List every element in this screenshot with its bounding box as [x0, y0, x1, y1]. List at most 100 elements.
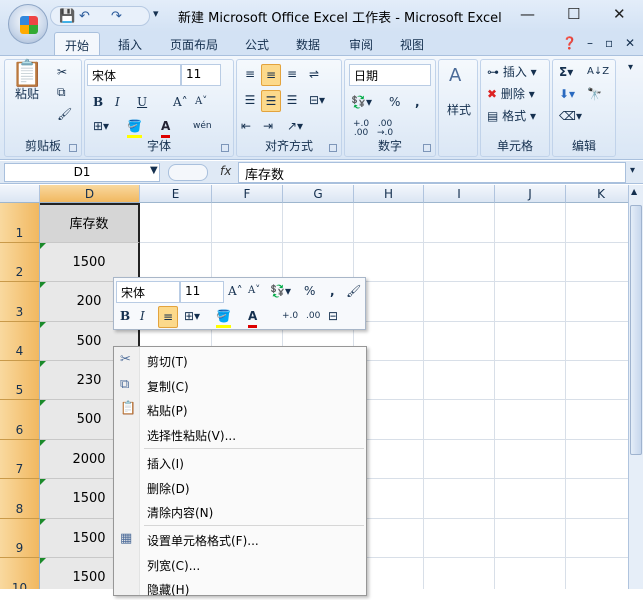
- mini-borders-icon[interactable]: ⊞▾: [184, 306, 200, 328]
- row-header[interactable]: 6: [0, 400, 40, 440]
- grow-font-button[interactable]: A˄: [173, 92, 188, 114]
- align-bottom-icon[interactable]: ≡: [283, 64, 301, 86]
- cell-K2[interactable]: [566, 243, 628, 282]
- cell-K4[interactable]: [566, 322, 628, 361]
- tab-home[interactable]: 开始: [54, 32, 100, 56]
- orientation-icon[interactable]: ↗▾: [287, 116, 303, 138]
- row-header[interactable]: 5: [0, 361, 40, 400]
- cell-K7[interactable]: [566, 440, 628, 479]
- undo-icon[interactable]: ↶: [79, 9, 90, 24]
- name-box-dropdown-icon[interactable]: ▼: [150, 165, 158, 176]
- mini-comma-button[interactable]: ,: [330, 281, 335, 303]
- scroll-up-icon[interactable]: ▲: [631, 187, 637, 196]
- column-header-G[interactable]: G: [283, 185, 354, 203]
- dialog-launcher-icon[interactable]: [221, 144, 229, 152]
- tab-formulas[interactable]: 公式: [245, 36, 269, 53]
- save-icon[interactable]: 💾: [59, 9, 75, 24]
- increase-indent-icon[interactable]: ⇥: [263, 116, 273, 138]
- cell-I10[interactable]: [424, 558, 495, 589]
- context-menu-item[interactable]: ✂ 剪切(T): [114, 348, 366, 372]
- cell-J9[interactable]: [495, 519, 566, 558]
- mini-font-size-select[interactable]: 11: [180, 281, 224, 303]
- cell-I8[interactable]: [424, 479, 495, 519]
- column-header-D[interactable]: D: [40, 185, 140, 203]
- font-color-button[interactable]: A: [161, 116, 171, 138]
- number-format-select[interactable]: 日期: [349, 64, 431, 86]
- context-menu-item[interactable]: 插入(I): [114, 450, 366, 474]
- mini-shrink-font-icon[interactable]: A˅: [248, 281, 260, 303]
- italic-button[interactable]: I: [115, 92, 120, 114]
- cell-I4[interactable]: [424, 322, 495, 361]
- cell-K9[interactable]: [566, 519, 628, 558]
- shrink-font-button[interactable]: A˅: [195, 92, 207, 114]
- cell-J2[interactable]: [495, 243, 566, 282]
- context-menu-item[interactable]: 删除(D): [114, 475, 366, 499]
- column-header-I[interactable]: I: [424, 185, 495, 203]
- comma-button[interactable]: ,: [415, 92, 420, 114]
- align-center-icon[interactable]: ☰: [261, 90, 281, 112]
- mini-font-color-button[interactable]: A: [248, 306, 258, 328]
- mini-format-painter-icon[interactable]: 🖌: [346, 281, 361, 303]
- cell-J7[interactable]: [495, 440, 566, 479]
- select-all-corner[interactable]: [0, 185, 40, 203]
- scrollbar-thumb[interactable]: [630, 205, 642, 455]
- context-menu-item[interactable]: 隐藏(H): [114, 576, 366, 600]
- cell-E1[interactable]: [140, 203, 212, 243]
- mini-merge-icon[interactable]: ⊟: [328, 306, 338, 328]
- vertical-scrollbar[interactable]: ▲: [628, 185, 643, 589]
- cell-J3[interactable]: [495, 282, 566, 322]
- mini-decrease-decimal[interactable]: .00: [306, 306, 320, 328]
- tab-page-layout[interactable]: 页面布局: [170, 36, 218, 53]
- row-header[interactable]: 1: [0, 203, 40, 243]
- cell-K3[interactable]: [566, 282, 628, 322]
- align-right-icon[interactable]: ☰: [283, 90, 301, 112]
- tab-insert[interactable]: 插入: [118, 36, 142, 53]
- cell-I2[interactable]: [424, 243, 495, 282]
- format-cells-button[interactable]: ▤ 格式 ▾: [487, 106, 536, 128]
- fill-icon[interactable]: ⬇▾: [559, 84, 575, 106]
- ribbon-restore-icon[interactable]: ▫: [605, 36, 613, 50]
- tab-view[interactable]: 视图: [400, 36, 424, 53]
- mini-bold-button[interactable]: B: [120, 306, 130, 328]
- mini-italic-button[interactable]: I: [140, 306, 145, 328]
- mini-font-name-select[interactable]: 宋体: [116, 281, 180, 303]
- dialog-launcher-icon[interactable]: [329, 144, 337, 152]
- align-middle-icon[interactable]: ≡: [261, 64, 281, 86]
- dialog-launcher-icon[interactable]: [69, 144, 77, 152]
- bold-button[interactable]: B: [93, 92, 103, 114]
- find-icon[interactable]: 🔭: [587, 84, 602, 106]
- office-button[interactable]: [8, 4, 48, 44]
- cell-I7[interactable]: [424, 440, 495, 479]
- expand-formula-icon[interactable]: ▾: [630, 165, 635, 176]
- delete-cells-button[interactable]: ✖ 删除 ▾: [487, 84, 535, 106]
- insert-function-button[interactable]: fx: [220, 164, 231, 178]
- context-menu-item[interactable]: 选择性粘贴(V)...: [114, 422, 366, 446]
- row-header[interactable]: 2: [0, 243, 40, 282]
- align-top-icon[interactable]: ≡: [241, 64, 259, 86]
- context-menu-item[interactable]: ▦ 设置单元格格式(F)...: [114, 527, 366, 551]
- borders-icon[interactable]: ⊞▾: [93, 116, 109, 138]
- mini-grow-font-icon[interactable]: A˄: [228, 281, 243, 303]
- customize-qat-icon[interactable]: ▾: [153, 7, 159, 20]
- paste-button[interactable]: 📋 粘贴: [11, 61, 43, 124]
- row-header[interactable]: 9: [0, 519, 40, 558]
- cell-J4[interactable]: [495, 322, 566, 361]
- redo-icon[interactable]: ↷: [111, 9, 122, 24]
- column-header-F[interactable]: F: [212, 185, 283, 203]
- phonetic-button[interactable]: wén: [193, 116, 212, 138]
- name-box[interactable]: D1: [4, 163, 160, 182]
- insert-cells-button[interactable]: ⊶ 插入 ▾: [487, 62, 537, 84]
- cell-I3[interactable]: [424, 282, 495, 322]
- dialog-launcher-icon[interactable]: [423, 144, 431, 152]
- row-header[interactable]: 10: [0, 558, 40, 589]
- mini-center-icon[interactable]: ≡: [158, 306, 178, 328]
- formula-input[interactable]: 库存数: [238, 162, 626, 183]
- decrease-indent-icon[interactable]: ⇤: [241, 116, 251, 138]
- context-menu-item[interactable]: 列宽(C)...: [114, 552, 366, 576]
- column-header-J[interactable]: J: [495, 185, 566, 203]
- cell-H1[interactable]: [354, 203, 424, 243]
- autosum-button[interactable]: Σ▾: [559, 62, 573, 84]
- help-icon[interactable]: ❓: [562, 36, 577, 50]
- row-header[interactable]: 4: [0, 322, 40, 361]
- cell-I6[interactable]: [424, 400, 495, 440]
